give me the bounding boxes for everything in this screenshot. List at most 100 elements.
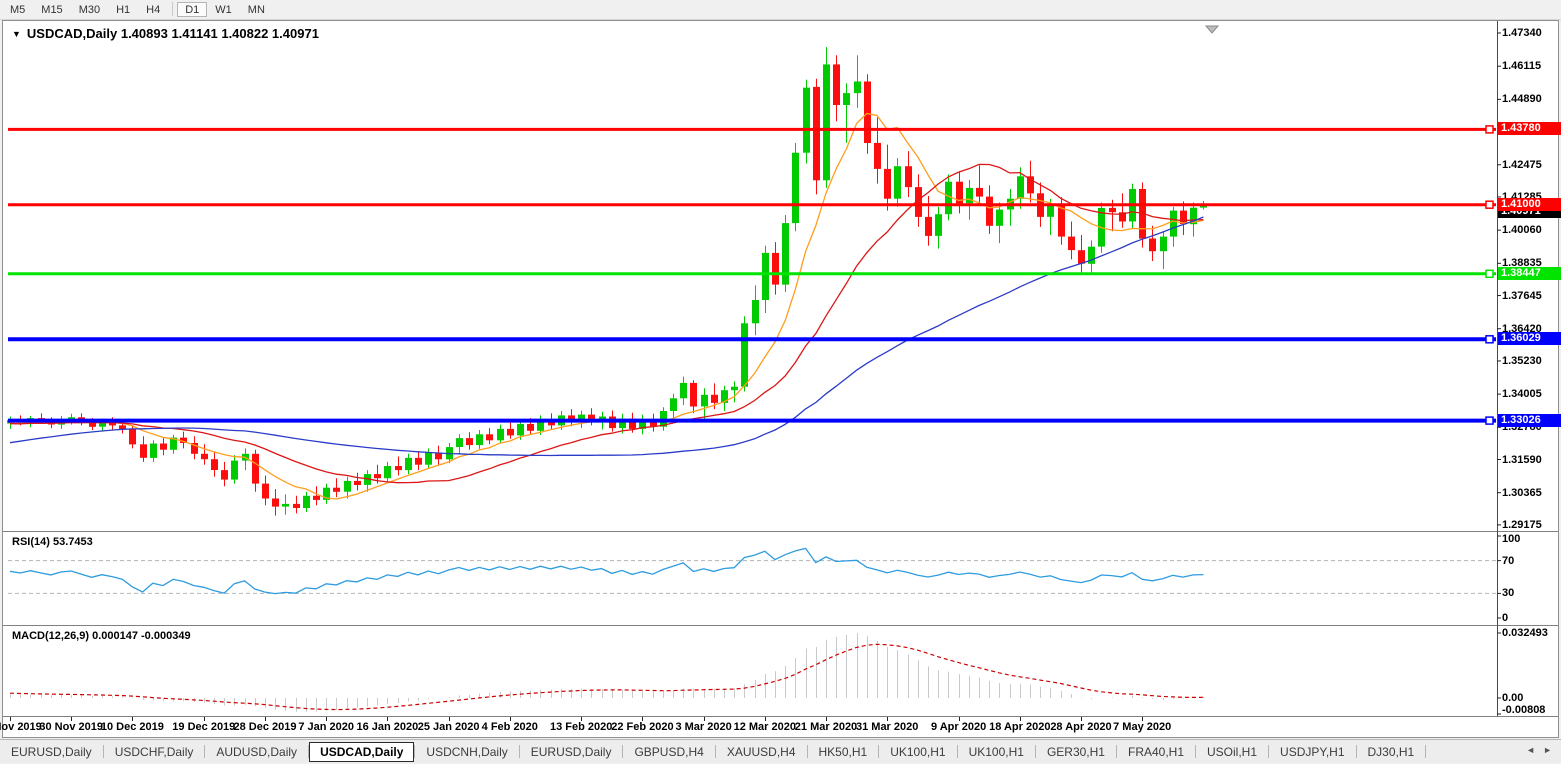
- candle-body: [466, 438, 473, 445]
- candle-body: [384, 466, 391, 478]
- candle-body: [711, 395, 718, 403]
- candle-body: [905, 166, 912, 187]
- candle-body: [823, 64, 830, 180]
- symbol-tab-xauusd-h4[interactable]: XAUUSD,H4: [716, 742, 807, 762]
- candle-body: [425, 453, 432, 465]
- mt4-window: M5M15M30H1H4D1W1MN ▼USDCAD,Daily 1.40893…: [0, 0, 1561, 764]
- candle-body: [772, 253, 779, 285]
- candle-body: [803, 88, 810, 153]
- candle-body: [262, 484, 269, 499]
- level-line-handle[interactable]: [1486, 126, 1493, 133]
- candle-body: [986, 197, 993, 226]
- candle-body: [333, 488, 340, 492]
- moving-average-20[interactable]: [10, 164, 1203, 482]
- candle-body: [1149, 239, 1156, 252]
- candle-body: [303, 496, 310, 508]
- candle-body: [129, 430, 136, 445]
- tab-scroll-arrows: ◄►: [1520, 742, 1558, 758]
- candle-body: [1078, 250, 1085, 264]
- candle-body: [1047, 206, 1054, 217]
- candle-body: [741, 323, 748, 386]
- candle-body: [935, 214, 942, 236]
- candle-body: [527, 424, 534, 431]
- candle-body: [507, 429, 514, 436]
- candle-body: [925, 217, 932, 236]
- candle-body: [415, 458, 422, 465]
- candle-body: [792, 153, 799, 223]
- candle-body: [405, 458, 412, 470]
- candle-body: [150, 444, 157, 458]
- candle-body: [843, 93, 850, 105]
- candle-body: [996, 210, 1003, 226]
- symbol-tab-eurusd-daily[interactable]: EURUSD,Daily: [0, 742, 103, 762]
- candle-body: [374, 474, 381, 478]
- symbol-tab-fra40-h1[interactable]: FRA40,H1: [1117, 742, 1195, 762]
- symbol-tab-uk100-h1[interactable]: UK100,H1: [958, 742, 1035, 762]
- level-line-handle[interactable]: [1486, 336, 1493, 343]
- candle-body: [282, 504, 289, 507]
- moving-average-8[interactable]: [10, 114, 1203, 500]
- candle-body: [690, 383, 697, 407]
- candle-body: [854, 82, 861, 94]
- level-line-handle[interactable]: [1486, 417, 1493, 424]
- symbol-tab-usdchf-daily[interactable]: USDCHF,Daily: [104, 742, 205, 762]
- candle-body: [293, 504, 300, 508]
- symbol-tab-usdcad-daily[interactable]: USDCAD,Daily: [309, 742, 414, 762]
- candle-body: [813, 87, 820, 180]
- symbol-tab-usdcnh-daily[interactable]: USDCNH,Daily: [415, 742, 518, 762]
- symbol-tab-ger30-h1[interactable]: GER30,H1: [1036, 742, 1116, 762]
- candle-body: [1109, 208, 1116, 212]
- symbol-tab-usoil-h1[interactable]: USOil,H1: [1196, 742, 1268, 762]
- candle-body: [231, 461, 238, 480]
- level-line-handle[interactable]: [1486, 201, 1493, 208]
- candle-body: [140, 444, 147, 458]
- candle-body: [782, 223, 789, 285]
- candle-body: [313, 496, 320, 500]
- candle-body: [1160, 237, 1167, 252]
- tab-scroll-left-icon[interactable]: ◄: [1526, 745, 1535, 755]
- candle-body: [211, 459, 218, 470]
- candle-body: [272, 499, 279, 507]
- tab-separator: [1425, 745, 1426, 758]
- symbol-tab-uk100-h1[interactable]: UK100,H1: [879, 742, 956, 762]
- symbol-tab-hk50-h1[interactable]: HK50,H1: [808, 742, 879, 762]
- candle-body: [680, 383, 687, 398]
- tab-scroll-right-icon[interactable]: ►: [1543, 745, 1552, 755]
- candle-body: [833, 64, 840, 105]
- macd-signal-line: [10, 644, 1203, 709]
- candle-body: [731, 387, 738, 391]
- symbol-tab-audusd-daily[interactable]: AUDUSD,Daily: [205, 742, 308, 762]
- candle-body: [517, 424, 524, 435]
- candle-body: [497, 429, 504, 440]
- candle-body: [252, 454, 259, 484]
- candle-body: [395, 466, 402, 470]
- candle-body: [1170, 211, 1177, 237]
- level-line-handle[interactable]: [1486, 270, 1493, 277]
- candle-body: [456, 438, 463, 447]
- symbol-tab-gbpusd-h4[interactable]: GBPUSD,H4: [623, 742, 714, 762]
- chart-shift-marker-icon[interactable]: [1206, 26, 1218, 33]
- candle-body: [894, 166, 901, 199]
- candle-body: [1017, 176, 1024, 199]
- candle-body: [201, 454, 208, 459]
- candle-body: [476, 434, 483, 445]
- rsi-line: [10, 548, 1203, 593]
- candle-body: [762, 253, 769, 300]
- candle-body: [160, 444, 167, 450]
- chart-canvas[interactable]: [0, 0, 1561, 740]
- candle-body: [701, 395, 708, 407]
- candle-body: [1058, 206, 1065, 237]
- candle-body: [976, 188, 983, 197]
- symbol-tab-usdjpy-h1[interactable]: USDJPY,H1: [1269, 742, 1355, 762]
- symbol-tab-eurusd-daily[interactable]: EURUSD,Daily: [520, 742, 623, 762]
- symbol-tab-dj30-h1[interactable]: DJ30,H1: [1357, 742, 1426, 762]
- candle-body: [1068, 237, 1075, 251]
- candle-body: [752, 300, 759, 323]
- candle-body: [344, 481, 351, 492]
- candle-body: [221, 470, 228, 480]
- candle-body: [874, 143, 881, 169]
- candle-body: [670, 398, 677, 411]
- candle-body: [884, 169, 891, 199]
- candle-body: [354, 481, 361, 485]
- candle-body: [864, 82, 871, 144]
